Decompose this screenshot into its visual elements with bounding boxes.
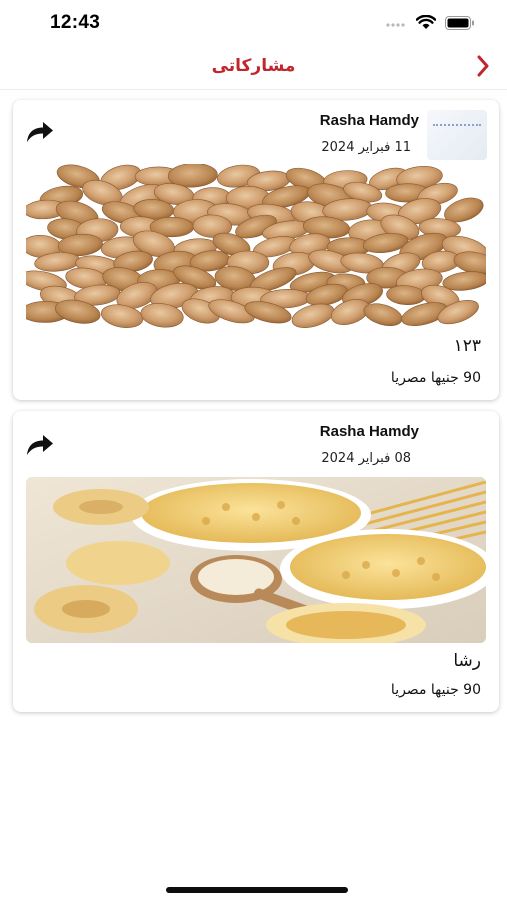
status-icons — [385, 15, 475, 30]
product-image[interactable] — [26, 164, 486, 334]
navigation-bar: مشاركاتى — [0, 48, 507, 90]
pasta-assortment-photo — [26, 477, 486, 643]
status-bar: 12:43 — [0, 0, 507, 48]
product-title: رشا — [453, 651, 481, 671]
product-title: ١٢٣ — [453, 336, 481, 356]
product-image[interactable] — [26, 477, 486, 643]
post-card[interactable]: Rasha Hamdy 08 فبراير 2024 رشا 90 جنيها … — [13, 411, 499, 712]
chevron-right-icon — [476, 55, 490, 81]
post-date: 08 فبراير 2024 — [321, 451, 411, 466]
status-time: 12:43 — [50, 12, 101, 33]
author-name: Rasha Hamdy — [319, 112, 419, 129]
battery-icon — [445, 15, 475, 30]
product-price: 90 جنيها مصريا — [390, 370, 481, 386]
avatar[interactable] — [427, 110, 487, 160]
back-button[interactable] — [471, 54, 495, 82]
author-name: Rasha Hamdy — [319, 423, 419, 440]
cellular-signal-icon — [385, 17, 407, 29]
fava-beans-photo — [26, 164, 486, 334]
home-indicator — [166, 887, 348, 893]
post-card[interactable]: Rasha Hamdy 11 فبراير 2024 ١٢٣ 90 جنيها … — [13, 100, 499, 400]
wifi-icon — [416, 15, 436, 30]
page-title: مشاركاتى — [211, 56, 296, 76]
product-price: 90 جنيها مصريا — [390, 682, 481, 698]
post-date: 11 فبراير 2024 — [321, 140, 411, 155]
share-button[interactable] — [23, 431, 59, 461]
share-arrow-icon — [23, 122, 57, 150]
share-button[interactable] — [23, 118, 59, 148]
share-arrow-icon — [23, 435, 57, 463]
